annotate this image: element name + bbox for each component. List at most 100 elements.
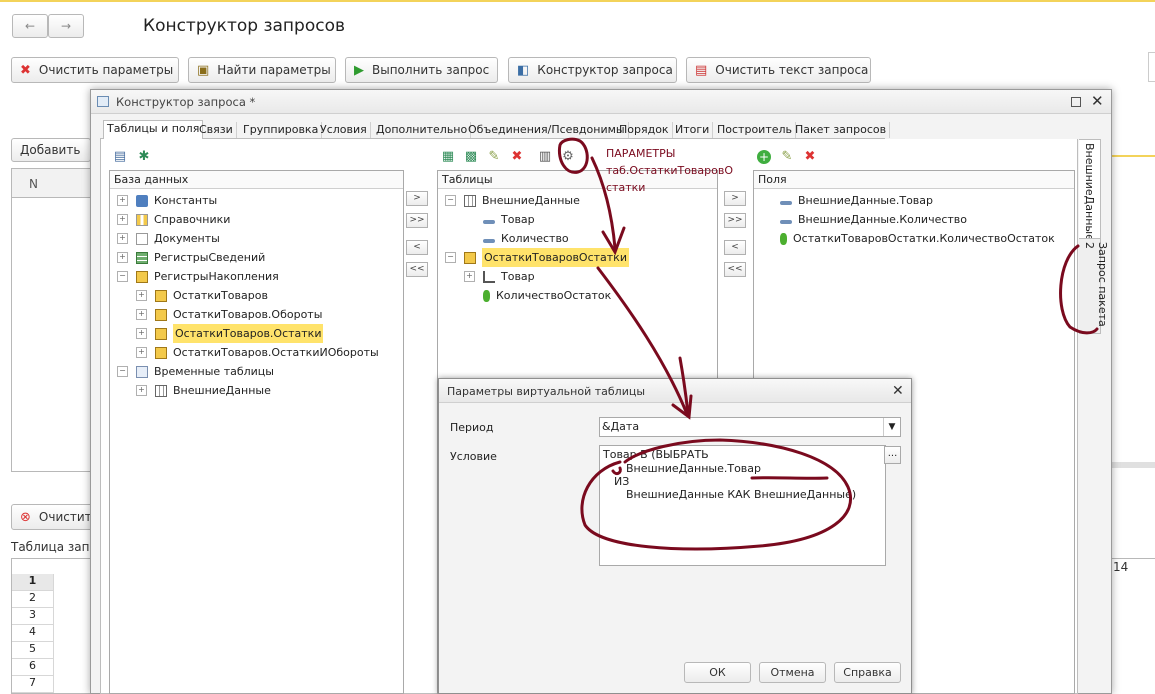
field-item[interactable]: ВнешниеДанные.Товар <box>780 191 933 210</box>
side-tab-external-data[interactable]: ВнешниеДанные <box>1079 139 1101 241</box>
edit-icon[interactable]: ✎ <box>487 150 501 164</box>
db-tree-item-row[interactable]: + ОстаткиТоваров <box>136 286 268 305</box>
fields-move-left-button[interactable]: < <box>724 240 746 255</box>
move-all-right-button[interactable]: >> <box>406 213 428 228</box>
add-button[interactable]: Добавить <box>11 138 91 162</box>
move-left-button[interactable]: < <box>406 240 428 255</box>
collapse-icon[interactable]: − <box>445 195 456 206</box>
collapse-icon[interactable]: − <box>117 271 128 282</box>
field-item-label: ОстаткиТоваровОстатки.КоличествоОстаток <box>793 232 1055 245</box>
nav-forward-button[interactable]: → <box>48 14 84 38</box>
db-tree-item-row[interactable]: + Документы <box>117 229 220 248</box>
table-tree-item-label: Товар <box>501 213 535 226</box>
grid-row-6[interactable]: 6 <box>12 659 54 676</box>
db-tree-item-row[interactable]: + ОстаткиТоваров.ОстаткиИОбороты <box>136 343 379 362</box>
dialog-title: Конструктор запроса * <box>116 95 256 109</box>
tab-unions-aliases[interactable]: Объединения/Псевдонимы <box>465 122 629 138</box>
maximize-icon[interactable] <box>1071 97 1081 107</box>
move-right-button[interactable]: > <box>406 191 428 206</box>
expand-icon[interactable]: + <box>136 309 147 320</box>
replace-table-icon[interactable]: ▥ <box>538 150 552 164</box>
grid-row-5[interactable]: 5 <box>12 642 54 659</box>
nav-back-button[interactable]: ← <box>12 14 48 38</box>
find-params-button[interactable]: ▣ Найти параметры <box>188 57 336 83</box>
db-tree-item-row[interactable]: + ВнешниеДанные <box>136 381 271 400</box>
add-copy-icon[interactable]: ▩ <box>464 150 478 164</box>
tab-grouping[interactable]: Группировка <box>240 122 323 138</box>
cancel-button[interactable]: Отмена <box>759 662 826 683</box>
clear-query-text-button[interactable]: ▤ Очистить текст запроса <box>686 57 871 83</box>
tab-totals[interactable]: Итоги <box>672 122 714 138</box>
query-constructor-button[interactable]: ◧ Конструктор запроса <box>508 57 677 83</box>
side-tab-batch-query-2[interactable]: Запрос пакета 2 <box>1079 238 1109 334</box>
condition-ellipsis-button[interactable]: ... <box>884 446 901 464</box>
expand-icon[interactable]: + <box>117 233 128 244</box>
add-field-icon[interactable]: + <box>757 150 771 164</box>
grid-row-4[interactable]: 4 <box>12 625 54 642</box>
database-header: База данных <box>110 171 403 189</box>
fields-move-right-button[interactable]: > <box>724 191 746 206</box>
expand-icon[interactable]: + <box>117 195 128 206</box>
tab-order[interactable]: Порядок <box>616 122 673 138</box>
add-table-icon[interactable]: ▦ <box>441 150 455 164</box>
close-icon[interactable]: ✕ <box>1091 92 1104 110</box>
field-item[interactable]: ОстаткиТоваровОстатки.КоличествоОстаток <box>780 229 1055 248</box>
delete-icon[interactable]: ✖ <box>510 150 524 164</box>
fields-move-all-right-button[interactable]: >> <box>724 213 746 228</box>
clear-results-button[interactable]: ⊗ Очистит <box>11 504 93 530</box>
expand-icon[interactable]: + <box>117 252 128 263</box>
db-tree-item-label: ОстаткиТоваров.Обороты <box>173 308 323 321</box>
grid-row-7[interactable]: 7 <box>12 676 54 693</box>
fields-move-all-left-button[interactable]: << <box>724 262 746 277</box>
expand-icon[interactable]: + <box>117 214 128 225</box>
grid-row-3[interactable]: 3 <box>12 608 54 625</box>
collapse-icon[interactable]: − <box>445 252 456 263</box>
table-tree-item-row[interactable]: − ВнешниеДанные <box>445 191 580 210</box>
db-tree-item-row[interactable]: + Константы <box>117 191 217 210</box>
db-tree-item-row[interactable]: − Временные таблицы <box>117 362 274 381</box>
virtual-params-icon[interactable]: ⚙ <box>561 150 575 164</box>
field-icon <box>483 219 495 224</box>
temp-tables-icon <box>136 365 148 378</box>
db-tree-item-row[interactable]: + Справочники <box>117 210 230 229</box>
ok-button[interactable]: ОК <box>684 662 751 683</box>
db-tree-item-row[interactable]: + РегистрыСведений <box>117 248 265 267</box>
field-item[interactable]: ВнешниеДанные.Количество <box>780 210 967 229</box>
params-close-icon[interactable]: ✕ <box>892 383 904 399</box>
refresh-icon[interactable]: ✱ <box>137 150 151 164</box>
delete-field-icon[interactable]: ✖ <box>803 150 817 164</box>
db-tree-item-row[interactable]: + ОстаткиТоваров.Обороты <box>136 305 322 324</box>
collapse-icon[interactable]: − <box>117 366 128 377</box>
table-icon <box>464 194 476 207</box>
grid-row-1[interactable]: 1 <box>12 574 54 591</box>
tab-tables-fields[interactable]: Таблицы и поля <box>103 120 204 141</box>
annotation-line-1: ПАРАМЕТРЫ <box>606 147 676 160</box>
tab-query-batch[interactable]: Пакет запросов <box>792 122 891 138</box>
expand-icon[interactable]: + <box>136 347 147 358</box>
edit-field-icon[interactable]: ✎ <box>780 150 794 164</box>
move-all-left-button[interactable]: << <box>406 262 428 277</box>
expand-icon[interactable]: + <box>136 290 147 301</box>
run-query-button[interactable]: ▶ Выполнить запрос <box>345 57 498 83</box>
tab-additional[interactable]: Дополнительно <box>373 122 472 138</box>
tab-links[interactable]: Связи <box>196 122 237 138</box>
expand-icon[interactable]: + <box>136 385 147 396</box>
period-select[interactable]: &Дата ▼ <box>599 417 901 437</box>
help-button[interactable]: Справка <box>834 662 901 683</box>
dropdown-arrow-icon[interactable]: ▼ <box>883 418 900 436</box>
tab-builder[interactable]: Построитель <box>714 122 797 138</box>
db-tree-item-row[interactable]: + ОстаткиТоваров.Остатки <box>136 324 324 343</box>
grid-row-2[interactable]: 2 <box>12 591 54 608</box>
table-tree-item-row[interactable]: − ОстаткиТоваровОстатки <box>445 248 629 267</box>
table-tree-item-row[interactable]: Товар <box>464 210 535 229</box>
table-tree-item-row[interactable]: Количество <box>464 229 569 248</box>
table-tree-item-row[interactable]: + Товар <box>464 267 535 286</box>
results-table-label: Таблица запр <box>11 540 98 554</box>
tab-conditions[interactable]: Условия <box>317 122 371 138</box>
list-icon[interactable]: ▤ <box>113 150 127 164</box>
table-tree-item-row[interactable]: КоличествоОстаток <box>464 286 611 305</box>
expand-icon[interactable]: + <box>464 271 475 282</box>
clear-params-button[interactable]: ✖ Очистить параметры <box>11 57 179 83</box>
expand-icon[interactable]: + <box>136 328 147 339</box>
db-tree-item-row[interactable]: − РегистрыНакопления <box>117 267 279 286</box>
